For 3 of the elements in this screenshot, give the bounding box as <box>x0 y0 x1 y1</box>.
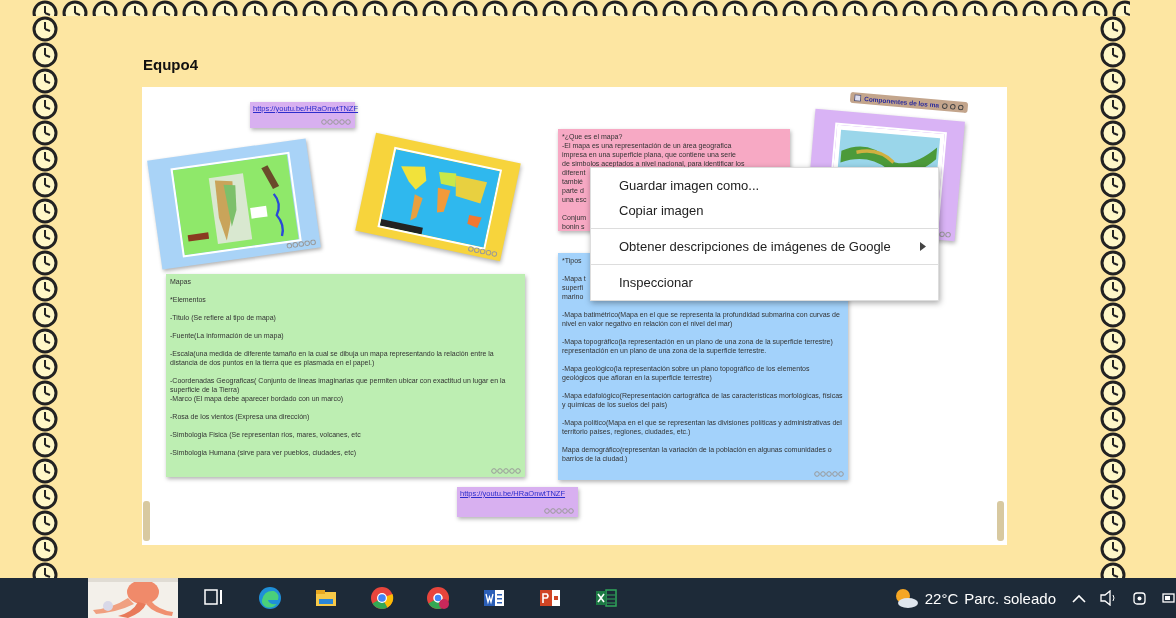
board-title: Equpo4 <box>143 56 199 73</box>
weather-condition: Parc. soleado <box>964 589 1056 607</box>
temperature: 22°C <box>924 589 959 607</box>
